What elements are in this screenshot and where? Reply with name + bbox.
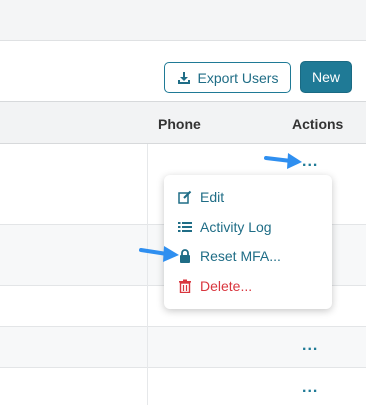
row-actions-menu: Edit Activity Log Reset MFA... Delete... [164, 175, 332, 309]
menu-item-edit-label: Edit [200, 189, 225, 205]
annotation-arrow-icon [264, 153, 302, 169]
new-button[interactable]: New [300, 61, 352, 93]
column-header-phone: Phone [158, 116, 201, 132]
row-actions-button[interactable]: ... [302, 154, 318, 170]
column-header-actions: Actions [292, 116, 344, 132]
list-icon [178, 222, 192, 232]
menu-item-reset-mfa[interactable]: Reset MFA... [178, 248, 281, 264]
table-header: Phone Actions [0, 101, 366, 144]
menu-item-delete-label: Delete... [200, 278, 253, 294]
row-actions-button[interactable]: ... [302, 338, 318, 354]
new-label: New [311, 69, 340, 85]
trash-icon [179, 279, 191, 293]
column-divider [147, 144, 148, 405]
menu-item-reset-mfa-label: Reset MFA... [200, 248, 281, 264]
download-icon [177, 71, 190, 84]
annotation-arrow-icon [139, 246, 179, 262]
export-users-button[interactable]: Export Users [164, 62, 291, 93]
menu-item-delete[interactable]: Delete... [178, 278, 252, 294]
menu-item-activity-log[interactable]: Activity Log [178, 219, 272, 235]
menu-item-edit[interactable]: Edit [178, 189, 224, 205]
menu-item-activity-log-label: Activity Log [200, 219, 272, 235]
edit-icon [178, 190, 192, 204]
export-users-label: Export Users [197, 69, 279, 86]
row-actions-button[interactable]: ... [302, 380, 318, 396]
top-bar [0, 0, 366, 41]
